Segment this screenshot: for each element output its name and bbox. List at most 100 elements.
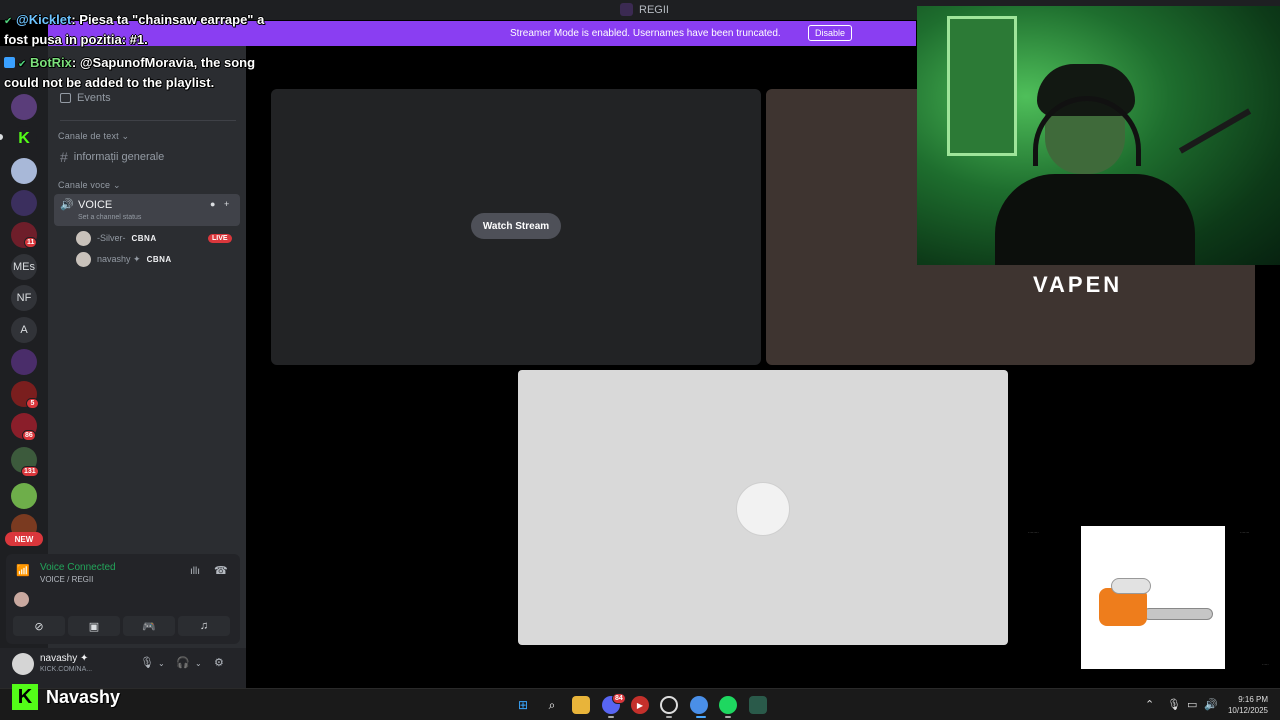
calendar-icon [60, 93, 71, 103]
clan-tag: CBNA [131, 233, 157, 243]
mention-badge: 5 [26, 398, 39, 409]
discord-badge: 84 [612, 693, 626, 704]
check-icon: ✔ [18, 59, 27, 70]
watch-stream-button[interactable]: Watch Stream [471, 213, 561, 239]
live-badge: LIVE [208, 234, 232, 243]
micro-text: ········ [1028, 530, 1039, 535]
divider [60, 120, 236, 121]
voice-user-name: navashy ✦ [97, 253, 141, 264]
chat-line: ✔ BotRix: @SapunofMoravia, the song [4, 53, 255, 75]
vapen-logo: VAPEN [1033, 272, 1123, 297]
clock-time: 9:16 PM [1238, 695, 1268, 704]
chat-line: fost pusa in pozitia: #1. [4, 30, 148, 50]
camera-off-button[interactable]: ⊘ [13, 616, 65, 636]
avatar [14, 592, 29, 607]
mention-badge: 11 [24, 237, 38, 248]
server-a[interactable]: A [11, 317, 37, 343]
server-nf[interactable]: NF [11, 285, 37, 311]
disconnect-icon[interactable]: ☎ [214, 564, 228, 577]
clan-tag: CBNA [146, 254, 172, 264]
chat-line: could not be added to the playlist. [4, 73, 214, 93]
activity-button[interactable]: 🎮 [123, 616, 175, 636]
clock[interactable]: 9:16 PM 10/12/2025 [1222, 694, 1268, 716]
chat-bubble-icon[interactable]: ● [210, 199, 215, 209]
chevron-up-icon[interactable]: ⌃ [1145, 698, 1154, 711]
kick-channel-name: Navashy [46, 686, 121, 707]
voice-user[interactable]: navashy ✦ CBNA [76, 250, 172, 268]
events-item[interactable]: Events [60, 92, 111, 104]
clock-date: 10/12/2025 [1227, 706, 1268, 715]
chat-user: BotRix [30, 55, 72, 70]
headphones-icon[interactable]: 🎧 [176, 656, 190, 669]
username[interactable]: navashy ✦ [40, 653, 88, 664]
server-icon[interactable] [11, 349, 37, 375]
participant-tile[interactable] [518, 370, 1008, 645]
streamer-body [995, 174, 1195, 265]
microphone-icon[interactable]: 🎙 [140, 656, 154, 669]
channel-informatii-generale[interactable]: # informații generale [60, 149, 164, 165]
participant-avatar [736, 482, 790, 536]
chevron-down-icon[interactable]: ⌄ [195, 659, 202, 668]
speaker-icon: 🔊 [60, 199, 74, 211]
chainsaw-image [1081, 526, 1225, 669]
user-avatar[interactable] [12, 653, 34, 675]
volume-icon[interactable]: 🔊 [1204, 698, 1218, 711]
app-icon[interactable] [749, 696, 767, 714]
chat-text: : Piesa ta "chainsaw earrape" a [71, 12, 265, 27]
chat-user: @Kicklet [16, 12, 72, 27]
noise-suppression-icon[interactable]: ıllı [190, 566, 200, 577]
spotify-icon[interactable] [719, 696, 737, 714]
mention-badge: 86 [22, 430, 36, 441]
voice-channel[interactable]: 🔊 VOICE Set a channel status ● + [54, 194, 240, 226]
channel-status[interactable]: Set a channel status [78, 214, 141, 221]
avatar [76, 251, 91, 267]
unread-pill [0, 134, 3, 140]
mic-arm [1178, 108, 1252, 154]
chevron-down-icon: ⌄ [121, 131, 130, 141]
category-voice[interactable]: Canale voce ⌄ [58, 180, 121, 191]
server-icon[interactable] [11, 190, 37, 216]
server-mes[interactable]: MEs [11, 254, 37, 280]
gear-icon[interactable]: ⚙ [214, 656, 224, 669]
kick-icon [4, 57, 15, 68]
search-icon[interactable]: ⌕ [543, 696, 561, 714]
chevron-down-icon: ⌄ [112, 180, 121, 190]
hash-icon: # [60, 149, 68, 165]
server-icon [620, 3, 633, 16]
chevron-down-icon[interactable]: ⌄ [158, 659, 165, 668]
signal-icon: 📶 [16, 565, 30, 577]
window-title: REGII [620, 3, 669, 16]
server-icon[interactable] [11, 483, 37, 509]
category-text[interactable]: Canale de text ⌄ [58, 131, 129, 142]
app-icon[interactable] [660, 696, 678, 714]
voice-status[interactable]: Voice Connected [40, 562, 116, 573]
invite-icon[interactable]: + [224, 199, 229, 209]
running-indicator [666, 716, 672, 718]
running-indicator [608, 716, 614, 718]
user-substatus: KICK.COM/NA... [40, 666, 93, 673]
server-kick[interactable]: K [11, 126, 37, 152]
taskbar: ⊞ ⌕ 84 ▶ ⌃ 🎙 ▭ 🔊 9:16 PM 10/12/2025 [0, 688, 1280, 720]
chat-text: fost pusa in pozitia: #1. [4, 32, 148, 47]
file-explorer-icon[interactable] [572, 696, 590, 714]
browser-icon[interactable] [690, 696, 708, 714]
windows-start-icon[interactable]: ⊞ [514, 696, 532, 714]
disable-button[interactable]: Disable [808, 25, 853, 41]
channel-label: informații generale [73, 151, 165, 163]
chainsaw-handle [1111, 578, 1151, 594]
voice-user-name: -Silver- [97, 233, 126, 243]
server-icon[interactable] [11, 158, 37, 184]
server-icon[interactable] [11, 94, 37, 120]
chainsaw-blade [1143, 608, 1213, 620]
screen-share-button[interactable]: ▣ [68, 616, 120, 636]
microphone-icon[interactable]: 🎙 [1167, 698, 1181, 711]
network-icon[interactable]: ▭ [1187, 698, 1197, 711]
soundboard-button[interactable]: ♫ [178, 616, 230, 636]
voice-user[interactable]: -Silver- CBNA [76, 229, 157, 247]
screen: REGII Streamer Mode is enabled. Username… [0, 0, 1280, 720]
webcam-overlay [917, 6, 1280, 265]
voice-path[interactable]: VOICE / REGII [40, 575, 93, 584]
stream-tile[interactable]: Watch Stream [271, 89, 761, 365]
avatar [76, 230, 91, 246]
youtube-icon[interactable]: ▶ [631, 696, 649, 714]
